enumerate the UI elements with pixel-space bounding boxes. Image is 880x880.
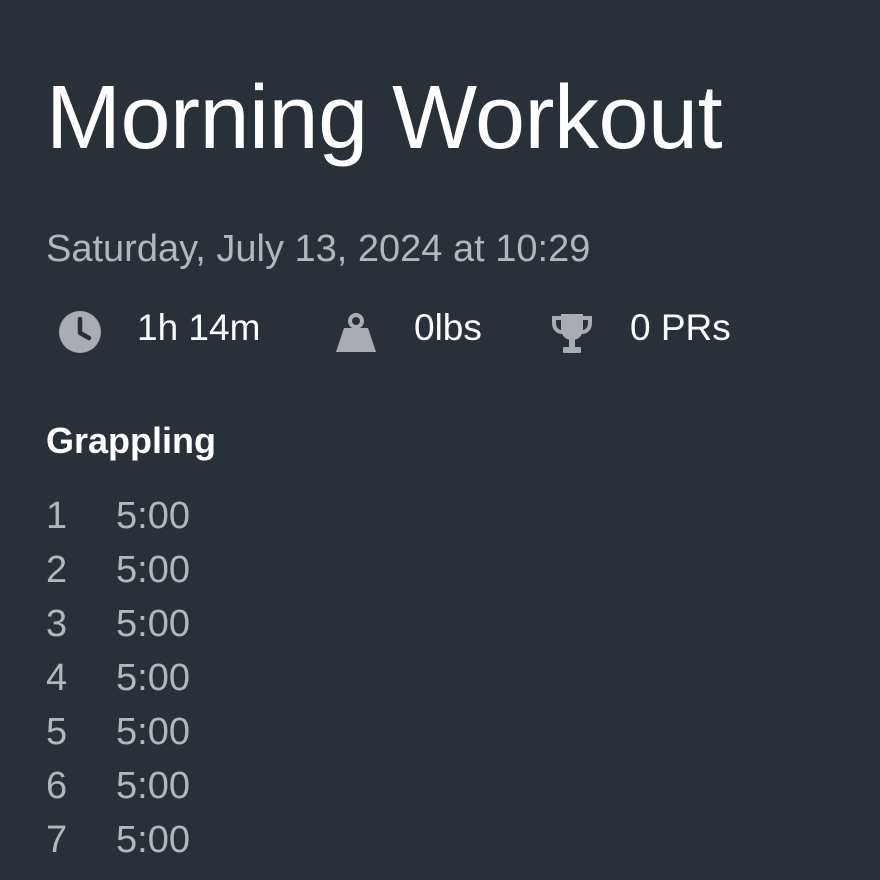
set-time: 5:00 [116,765,190,807]
set-row: 5 5:00 [46,710,446,764]
prs-value: 0 PRs [630,307,731,348]
set-index: 5 [46,711,68,753]
set-index: 6 [46,765,68,807]
set-index: 2 [46,549,68,591]
set-time: 5:00 [116,819,190,861]
set-row: 7 5:00 [46,818,446,872]
workout-title: Morning Workout [46,68,723,168]
set-index: 4 [46,657,68,699]
set-time: 5:00 [116,495,190,537]
trophy-icon [552,314,592,353]
workout-stats: 1h 14m 0lbs 0 PRs [0,300,880,360]
set-index: 1 [46,495,68,537]
set-row: 3 5:00 [46,602,446,656]
set-index: 3 [46,603,68,645]
set-time: 5:00 [116,657,190,699]
set-time: 5:00 [116,711,190,753]
set-list: 1 5:00 2 5:00 3 5:00 4 5:00 5 5:00 6 5:0… [46,494,446,872]
workout-detail-page: Morning Workout Saturday, July 13, 2024 … [0,0,880,880]
clock-icon [59,311,101,353]
set-row: 2 5:00 [46,548,446,602]
set-index: 7 [46,819,68,861]
set-time: 5:00 [116,549,190,591]
set-row: 6 5:00 [46,764,446,818]
exercise-name: Grappling [46,420,216,461]
set-row: 1 5:00 [46,494,446,548]
duration-value: 1h 14m [137,307,261,348]
workout-datetime: Saturday, July 13, 2024 at 10:29 [46,228,591,270]
weight-icon [336,313,376,352]
set-row: 4 5:00 [46,656,446,710]
volume-value: 0lbs [414,307,482,348]
set-time: 5:00 [116,603,190,645]
